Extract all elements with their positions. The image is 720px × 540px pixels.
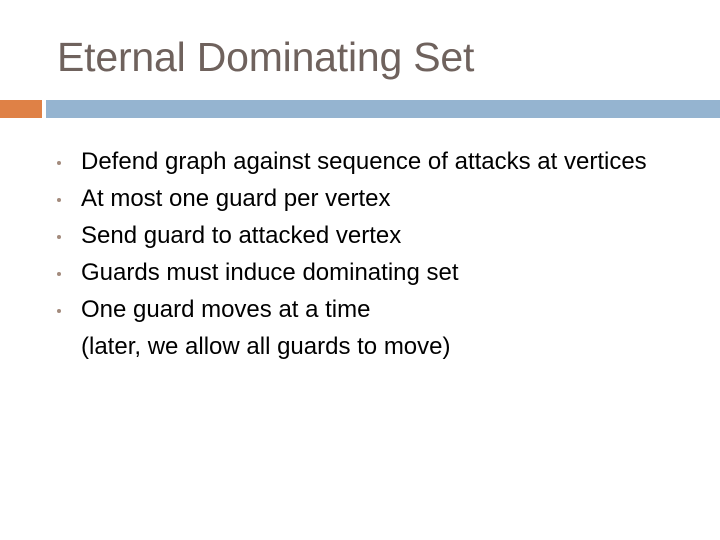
bullet-dot-icon (57, 198, 61, 202)
slide-title: Eternal Dominating Set (57, 34, 475, 80)
bullet-dot-icon (57, 235, 61, 239)
bullet-text: Guards must induce dominating set (81, 259, 459, 286)
bullet-item: At most one guard per vertex (57, 181, 681, 216)
bullet-item: Guards must induce dominating set (57, 255, 681, 290)
bullet-dot-icon (57, 309, 61, 313)
title-accent-bar-blue (46, 100, 720, 118)
bullet-dot-icon (57, 272, 61, 276)
bullet-text: One guard moves at a time (81, 296, 371, 323)
bullet-text: Send guard to attacked vertex (81, 222, 402, 249)
bullet-text: (later, we allow all guards to move) (81, 333, 451, 360)
bullet-dot-icon (57, 161, 61, 165)
bullet-text: Defend graph against sequence of attacks… (81, 148, 647, 175)
bullet-item: Send guard to attacked vertex (57, 218, 681, 253)
title-accent-bar-orange (0, 100, 42, 118)
continuation-line: (later, we allow all guards to move) (81, 329, 681, 364)
bullet-text: At most one guard per vertex (81, 185, 391, 212)
bullet-item: Defend graph against sequence of attacks… (57, 144, 681, 179)
bullet-list: Defend graph against sequence of attacks… (57, 144, 681, 366)
bullet-item: One guard moves at a time (57, 292, 681, 327)
